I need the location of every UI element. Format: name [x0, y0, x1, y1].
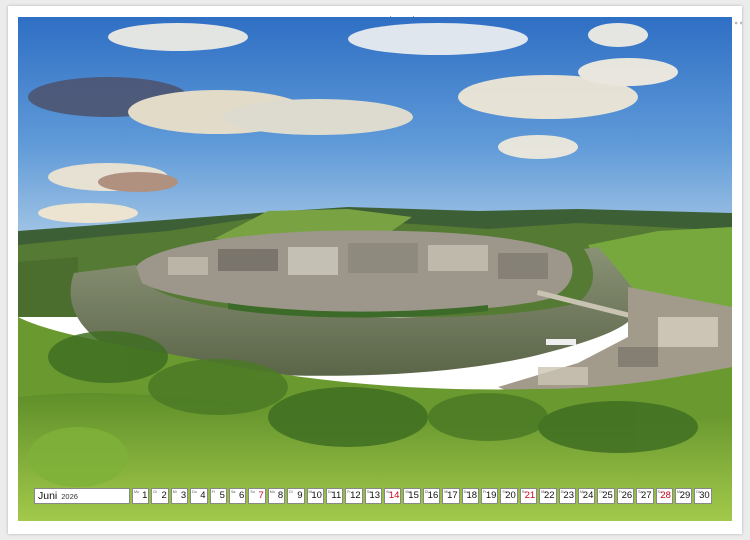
weekday-label: Di: [289, 490, 293, 494]
day-number: 17: [447, 490, 458, 501]
day-number: 4: [200, 490, 206, 501]
day-number: 20: [505, 490, 516, 501]
day-number: 25: [602, 490, 613, 501]
day-cell: Mo 8: [267, 488, 286, 504]
day-number: 30: [699, 490, 710, 501]
day-cell: So 7: [248, 488, 266, 504]
day-number: 26: [621, 490, 633, 501]
day-cell: Di 23: [558, 488, 576, 504]
day-cell: Mi 24: [577, 488, 596, 504]
day-number: 11: [331, 490, 342, 501]
day-cell: Mo 15: [403, 488, 421, 504]
day-cell: Mo 22: [539, 488, 557, 504]
day-number: 21: [524, 490, 536, 501]
weekday-label: Do: [192, 490, 197, 494]
day-cell: Do 25: [597, 488, 615, 504]
day-cell: Di 9: [287, 488, 305, 504]
day-number: 27: [640, 490, 652, 501]
day-cell: Sa 20: [500, 488, 518, 504]
boat: [546, 339, 576, 345]
landscape-illustration: [18, 17, 732, 521]
day-number: 9: [297, 490, 303, 501]
landscape-photo: [18, 17, 732, 521]
weekday-label: Di: [153, 490, 157, 494]
weekday-label: Fr: [211, 490, 215, 494]
day-number: 23: [563, 490, 574, 501]
day-cell: Di 2: [151, 488, 169, 504]
day-number: 10: [311, 490, 322, 501]
day-number: 18: [466, 490, 478, 501]
day-cell: Di 16: [422, 488, 441, 504]
day-number: 29: [679, 490, 691, 501]
day-cell: Fr 12: [345, 488, 363, 504]
day-cell: Sa 27: [636, 488, 654, 504]
month-name: Juni: [38, 490, 58, 502]
month-label: Juni 2026: [34, 488, 130, 504]
day-cell: Sa 6: [228, 488, 247, 504]
day-cell: Mi 3: [170, 488, 189, 504]
day-cells: Mo 1 Di 2 Mi 3 Do 4 Fr 5 Sa 6 So 7 Mo 8 Di 9 Mi 10 Do 11 Fr 12 S…: [132, 488, 712, 506]
day-number: 19: [485, 490, 497, 501]
day-number: 24: [582, 490, 594, 501]
day-number: 28: [660, 490, 671, 501]
weekday-label: So: [250, 490, 255, 494]
day-cell: Fr 19: [481, 488, 499, 504]
day-cell: Do 4: [190, 488, 208, 504]
day-number: 7: [258, 490, 264, 501]
day-cell: So 21: [519, 488, 538, 504]
day-number: 15: [408, 490, 419, 501]
day-number: 22: [544, 490, 555, 501]
day-number: 2: [161, 490, 167, 501]
day-number: 12: [350, 490, 361, 501]
day-cell: Sa 13: [364, 488, 383, 504]
day-number: 3: [180, 490, 187, 501]
day-cell: So 14: [384, 488, 402, 504]
day-cell: Fr 26: [616, 488, 635, 504]
day-number: 16: [427, 490, 439, 501]
day-number: 14: [388, 490, 400, 501]
calendar-strip: Juni 2026 Mo 1 Di 2 Mi 3 Do 4 Fr 5 Sa 6 So 7 Mo 8 Di 9 Mi 1…: [34, 488, 712, 506]
day-cell: Mo 29: [674, 488, 693, 504]
day-number: 6: [239, 490, 245, 501]
day-cell: Do 11: [325, 488, 344, 504]
day-cell: Mo 1: [132, 488, 150, 504]
day-cell: Mi 17: [442, 488, 460, 504]
month-year: 2026: [61, 491, 78, 501]
day-number: 5: [219, 490, 225, 501]
weekday-label: Mi: [172, 490, 177, 494]
day-cell: So 28: [655, 488, 673, 504]
weekday-label: Mo: [134, 490, 139, 494]
day-number: 1: [142, 490, 148, 501]
day-number: 8: [277, 490, 284, 501]
day-cell: Do 18: [461, 488, 480, 504]
day-cell: Fr 5: [209, 488, 227, 504]
day-cell: Di 30: [694, 488, 712, 504]
day-cell: Mi 10: [306, 488, 324, 504]
weekday-label: Mo: [269, 490, 275, 494]
weekday-label: Sa: [230, 490, 236, 494]
day-number: 13: [369, 490, 381, 501]
